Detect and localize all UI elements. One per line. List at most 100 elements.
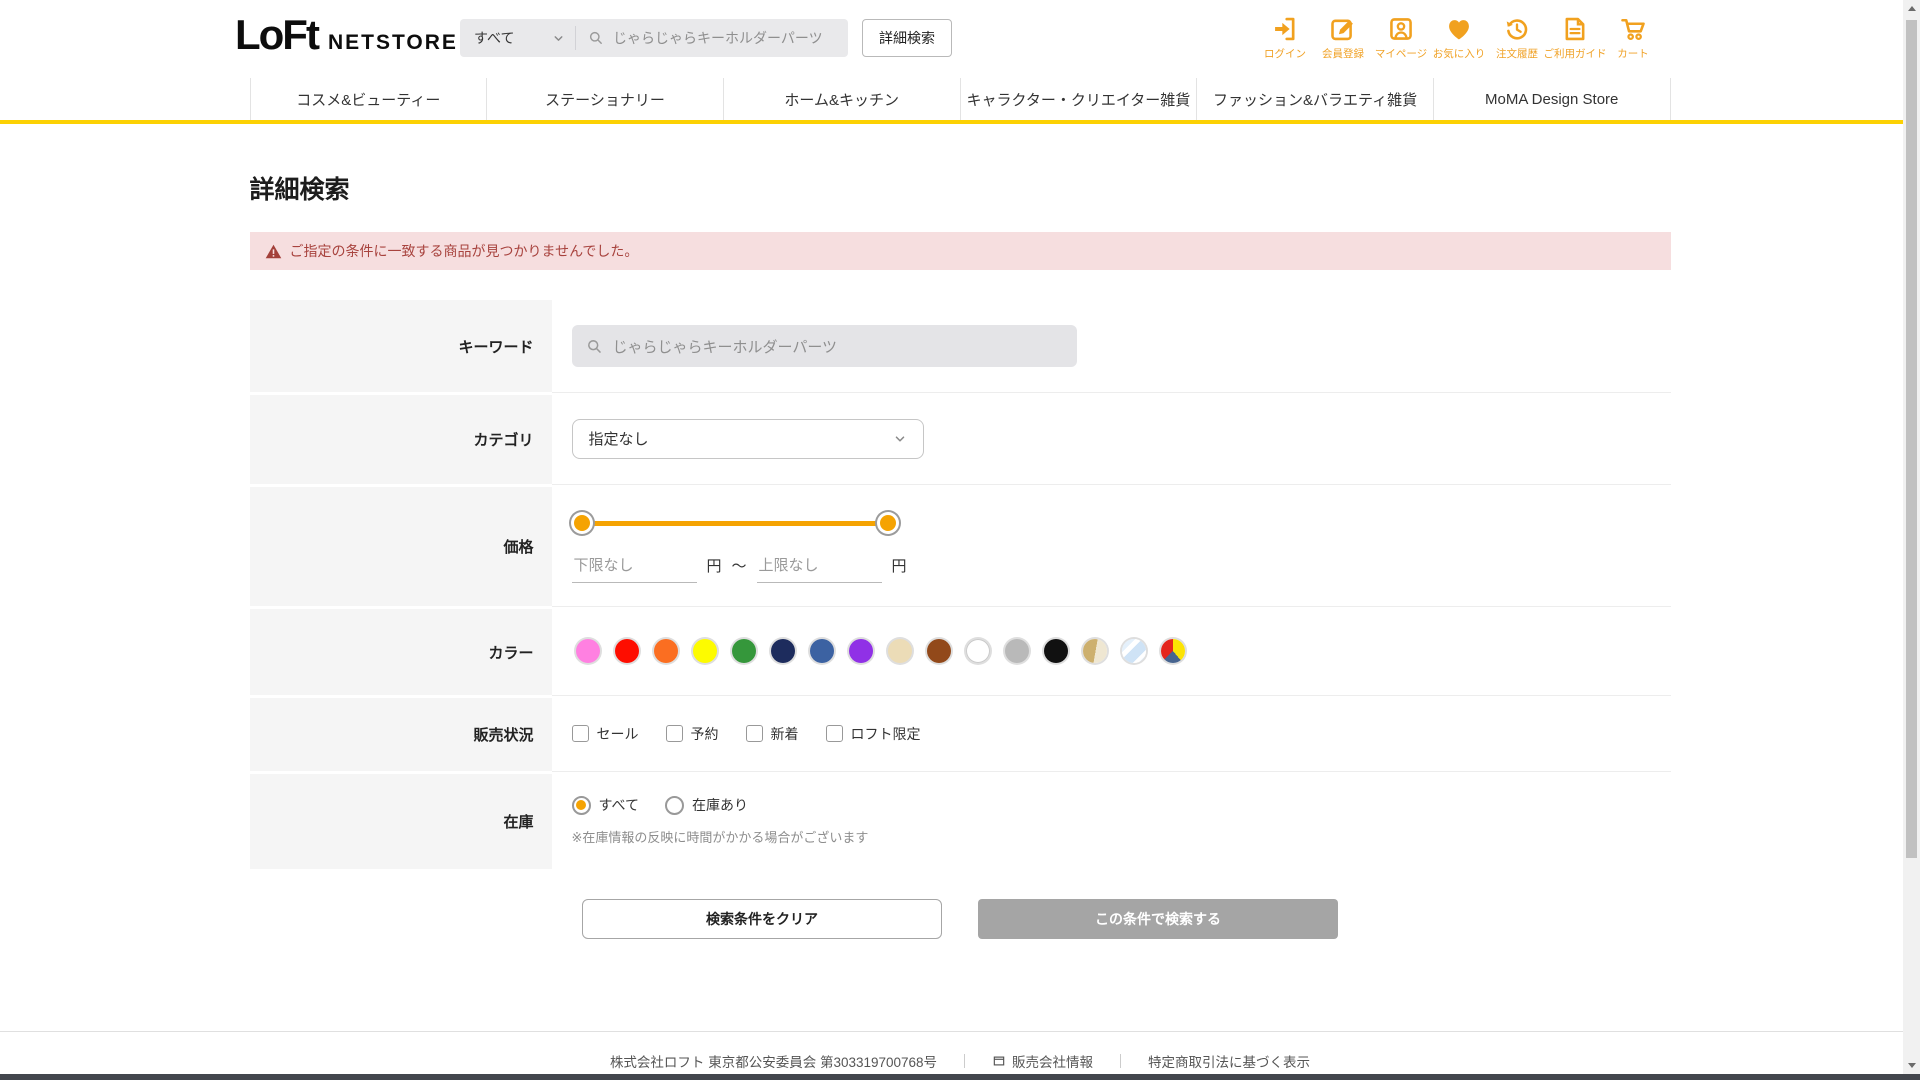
color-swatch-gray[interactable]	[1005, 639, 1029, 663]
price-max-input[interactable]: 上限なし	[757, 552, 882, 583]
mypage-label: マイページ	[1375, 46, 1427, 61]
form-row-sales-status: 販売状況 セール 予約 新着	[250, 695, 1671, 771]
color-swatch-navy[interactable]	[771, 639, 795, 663]
price-slider-handle-min[interactable]	[574, 515, 590, 531]
keyword-input[interactable]: じゃらじゃらキーホルダーパーツ	[572, 325, 1077, 367]
color-swatch-orange[interactable]	[654, 639, 678, 663]
register-link[interactable]: 会員登録	[1314, 15, 1372, 61]
keyword-input-value: じゃらじゃらキーホルダーパーツ	[613, 336, 838, 357]
checkbox-loft-limited[interactable]: ロフト限定	[826, 724, 921, 744]
error-message-bar: ご指定の条件に一致する商品が見つかりませんでした。	[250, 232, 1671, 270]
login-label: ログイン	[1264, 46, 1306, 61]
color-swatch-green[interactable]	[732, 639, 756, 663]
search-icon	[586, 338, 603, 355]
checkbox-sale[interactable]: セール	[572, 724, 639, 744]
cart-icon	[1619, 15, 1647, 43]
footer-company-text: 株式会社ロフト 東京都公安委員会 第303319700768号	[610, 1051, 937, 1071]
category-nav: コスメ&ビューティー ステーショナリー ホーム&キッチン キャラクター・クリエイ…	[0, 78, 1920, 124]
register-icon	[1329, 15, 1357, 43]
stock-label: 在庫	[250, 771, 552, 869]
submit-search-button[interactable]: この条件で検索する	[978, 899, 1338, 939]
color-swatches	[576, 639, 1671, 663]
color-swatch-clear[interactable]	[1122, 639, 1146, 663]
checkbox-preorder-box	[666, 725, 683, 742]
color-swatch-beige[interactable]	[888, 639, 912, 663]
scrollbar-thumb[interactable]	[1906, 20, 1917, 858]
footer-legal-link[interactable]: 特定商取引法に基づく表示	[1148, 1051, 1310, 1071]
checkbox-loft-limited-label: ロフト限定	[851, 724, 921, 744]
color-swatch-multicolor[interactable]	[1161, 639, 1185, 663]
order-history-link[interactable]: 注文履歴	[1488, 15, 1546, 61]
footer-company-info-link[interactable]: 販売会社情報	[992, 1051, 1093, 1071]
mypage-link[interactable]: マイページ	[1372, 15, 1430, 61]
color-swatch-purple[interactable]	[849, 639, 873, 663]
logo-netstore-text: NETSTORE	[328, 31, 458, 55]
scrollbar-up-button[interactable]	[1903, 0, 1920, 17]
favorites-link[interactable]: お気に入り	[1430, 15, 1488, 61]
advanced-search-button[interactable]: 詳細検索	[862, 19, 952, 57]
form-actions: 検索条件をクリア この条件で検索する	[250, 899, 1671, 939]
radio-stock-all-label: すべて	[599, 795, 639, 815]
page-title: 詳細検索	[250, 170, 1671, 206]
color-label: カラー	[250, 606, 552, 695]
search-input-value: じゃらじゃらキーホルダーパーツ	[613, 28, 823, 48]
stock-note: ※在庫情報の反映に時間がかかる場合がございます	[572, 827, 1671, 846]
nav-item-home-kitchen[interactable]: ホーム&キッチン	[723, 78, 960, 120]
cart-link[interactable]: カート	[1604, 15, 1662, 61]
nav-item-fashion-variety[interactable]: ファッション&バラエティ雑貨	[1196, 78, 1433, 120]
search-form: キーワード じゃらじゃらキーホルダーパーツ カテゴリ 指定なし 価格	[250, 300, 1671, 869]
cart-label: カート	[1617, 46, 1649, 61]
footer-divider	[964, 1054, 965, 1068]
category-select-value: 指定なし	[589, 428, 649, 449]
error-message-text: ご指定の条件に一致する商品が見つかりませんでした。	[290, 241, 639, 261]
order-history-label: 注文履歴	[1496, 46, 1538, 61]
color-swatch-brown[interactable]	[927, 639, 951, 663]
checkbox-loft-limited-box	[826, 725, 843, 742]
scroll-up-arrow-icon	[1908, 6, 1916, 11]
nav-item-stationery[interactable]: ステーショナリー	[486, 78, 723, 120]
vertical-scrollbar[interactable]	[1903, 0, 1920, 1080]
price-slider-track[interactable]	[582, 521, 888, 526]
price-slider-handle-max[interactable]	[880, 515, 896, 531]
footer: 株式会社ロフト 東京都公安委員会 第303319700768号 販売会社情報 特…	[0, 1031, 1920, 1071]
footer-divider	[1120, 1054, 1121, 1068]
advanced-search-button-label: 詳細検索	[879, 28, 935, 48]
search-input[interactable]: じゃらじゃらキーホルダーパーツ	[576, 28, 848, 48]
checkbox-preorder[interactable]: 予約	[666, 724, 719, 744]
nav-item-character-creator[interactable]: キャラクター・クリエイター雑貨	[960, 78, 1197, 120]
header-search-box: すべて じゃらじゃらキーホルダーパーツ	[460, 19, 848, 57]
nav-item-cosme-beauty[interactable]: コスメ&ビューティー	[250, 78, 487, 120]
search-category-select[interactable]: すべて	[460, 26, 576, 50]
price-min-input[interactable]: 下限なし	[572, 552, 697, 583]
nav-item-moma[interactable]: MoMA Design Store	[1433, 78, 1671, 120]
clear-search-button[interactable]: 検索条件をクリア	[582, 899, 942, 939]
chevron-down-icon	[893, 432, 907, 446]
color-swatch-blue[interactable]	[810, 639, 834, 663]
color-swatch-pink[interactable]	[576, 639, 600, 663]
color-swatch-black[interactable]	[1044, 639, 1068, 663]
radio-stock-available[interactable]: 在庫あり	[665, 795, 748, 815]
guide-link[interactable]: ご利用ガイド	[1546, 15, 1604, 61]
guide-label: ご利用ガイド	[1544, 46, 1607, 61]
search-category-value: すべて	[474, 28, 514, 48]
login-link[interactable]: ログイン	[1256, 15, 1314, 61]
color-swatch-red[interactable]	[615, 639, 639, 663]
warning-icon	[265, 243, 282, 260]
radio-stock-available-circle	[665, 796, 684, 815]
checkbox-sale-label: セール	[597, 724, 639, 744]
radio-stock-all[interactable]: すべて	[572, 795, 639, 815]
checkbox-sale-box	[572, 725, 589, 742]
loft-logo[interactable]: LoFt NETSTORE	[235, 14, 458, 56]
color-swatch-gold[interactable]	[1083, 639, 1107, 663]
login-icon	[1271, 15, 1299, 43]
price-unit-min: 円	[707, 555, 722, 583]
register-label: 会員登録	[1322, 46, 1364, 61]
scroll-down-arrow-icon	[1908, 1063, 1916, 1068]
scrollbar-down-button[interactable]	[1903, 1057, 1920, 1074]
checkbox-new[interactable]: 新着	[746, 724, 799, 744]
category-select[interactable]: 指定なし	[572, 419, 924, 459]
color-swatch-white[interactable]	[966, 639, 990, 663]
form-row-color: カラー	[250, 606, 1671, 695]
price-slider[interactable]	[574, 510, 896, 536]
color-swatch-yellow[interactable]	[693, 639, 717, 663]
